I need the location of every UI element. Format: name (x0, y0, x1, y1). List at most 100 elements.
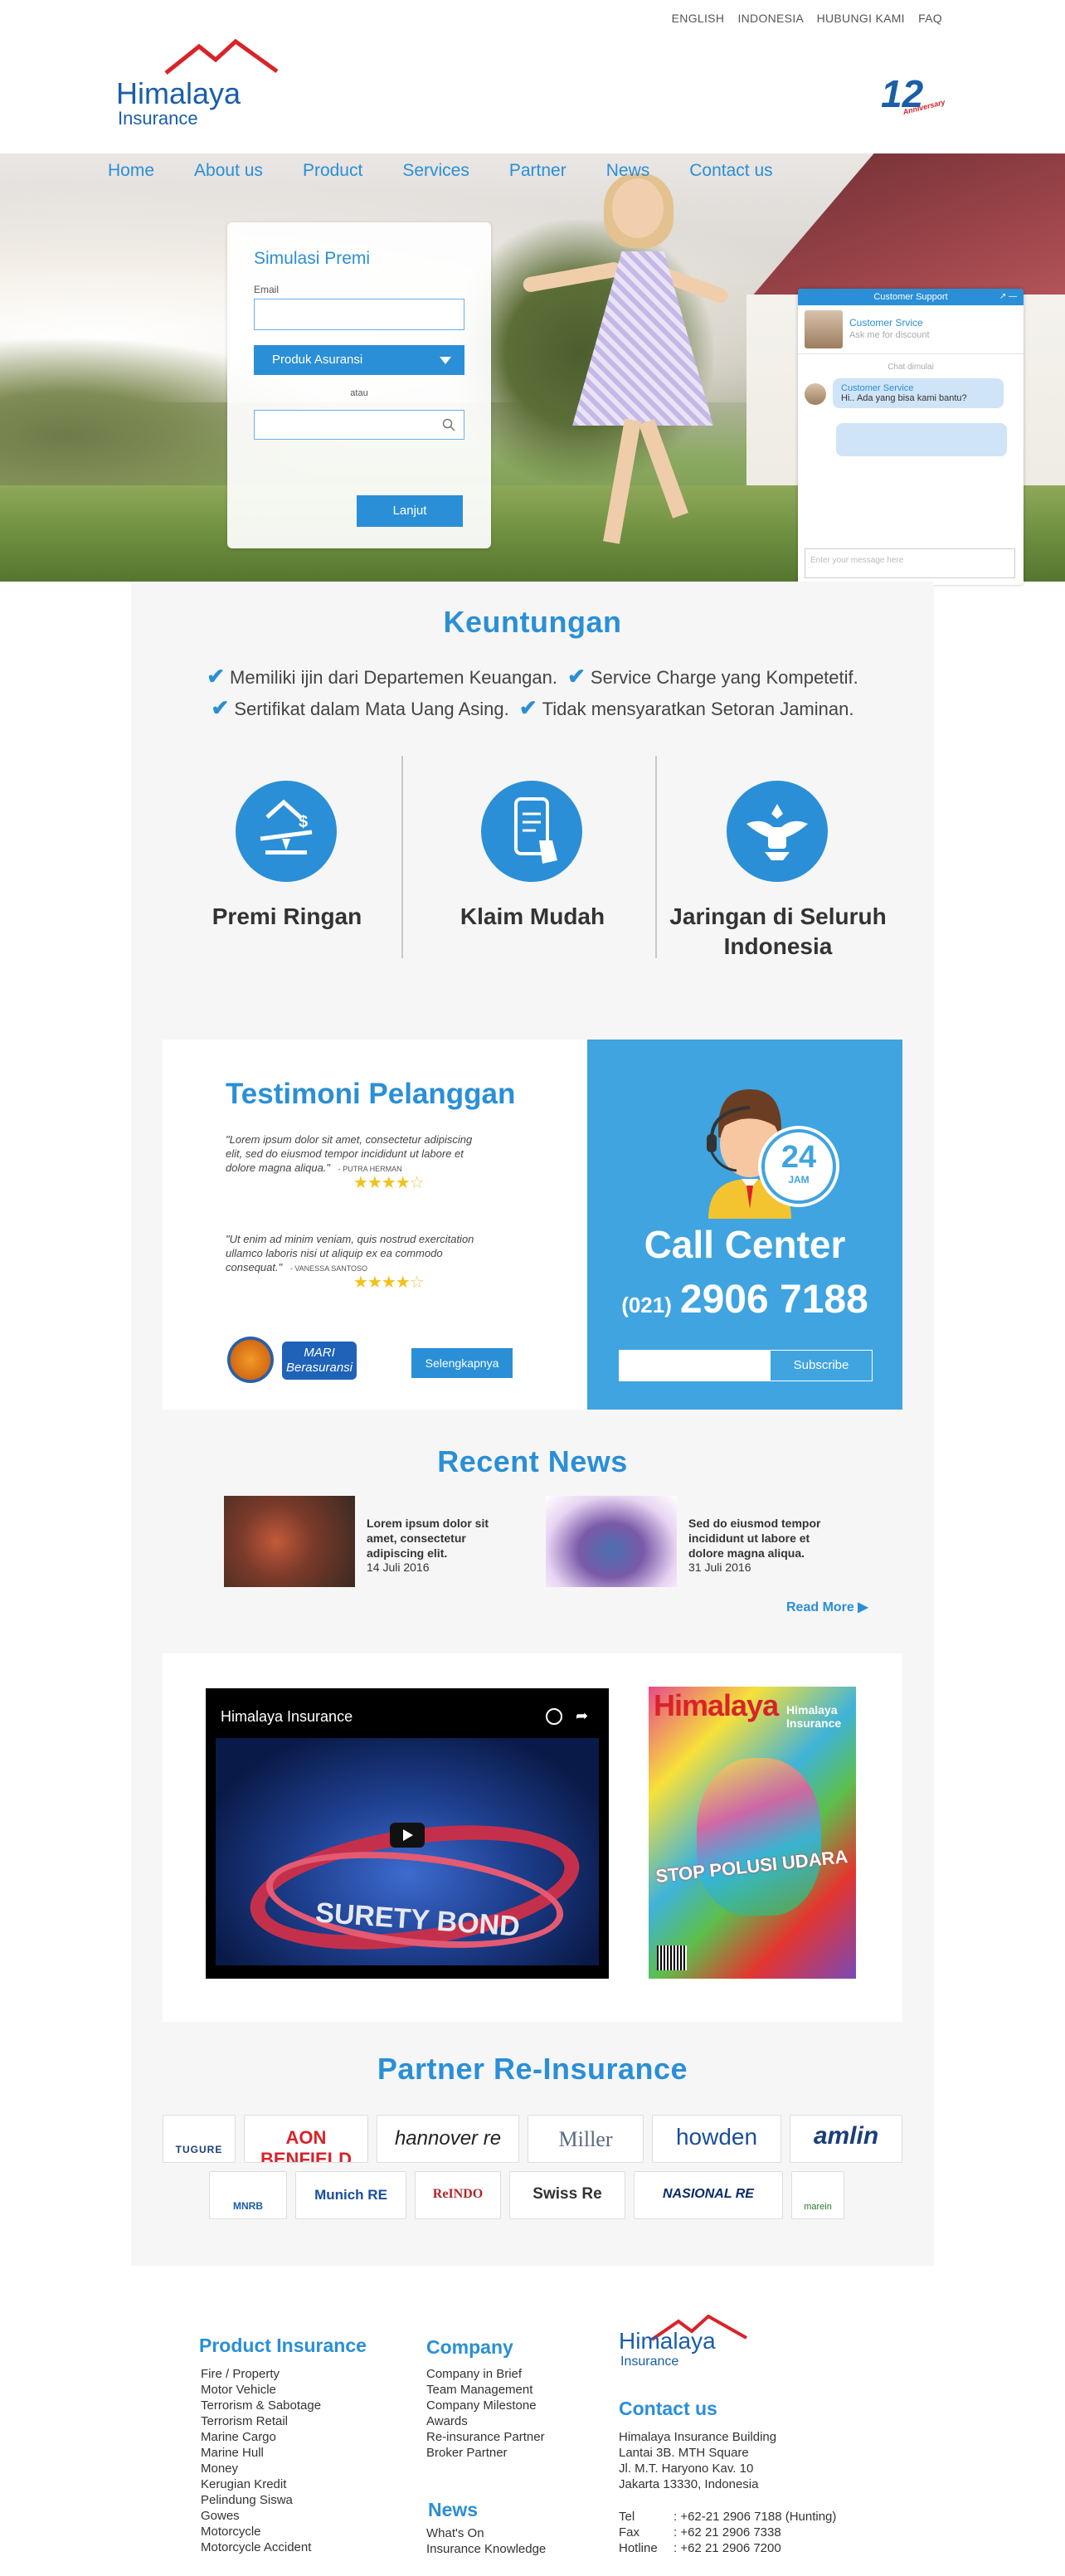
phone-number: 2906 7188 (679, 1278, 868, 1322)
email-label: Email (254, 284, 280, 295)
check-icon: ✔ (207, 664, 226, 689)
continue-button[interactable]: Lanjut (357, 495, 463, 527)
footer-link[interactable]: Gowes (201, 2508, 321, 2524)
product-select[interactable]: Produk Asuransi (254, 345, 464, 375)
partner-logo[interactable]: ReINDO (415, 2171, 501, 2219)
news-headline: Sed do eiusmod tempor incididunt ut labo… (688, 1517, 821, 1560)
subscribe-button[interactable]: Subscribe (771, 1351, 872, 1381)
footer-link[interactable]: Awards (426, 2413, 545, 2429)
feature-label: Jaringan di Seluruh Indonesia (669, 903, 887, 959)
partner-logo[interactable]: howden (652, 2115, 781, 2163)
nav-product[interactable]: Product (303, 161, 362, 186)
footer-link[interactable]: Company Milestone (426, 2398, 545, 2413)
footer-link[interactable]: Kerugian Kredit (201, 2476, 321, 2492)
logo[interactable]: Himalaya Insurance (116, 38, 282, 129)
subscribe-email-input[interactable] (620, 1351, 771, 1381)
footer-product-list: Fire / Property Motor Vehicle Terrorism & … (201, 2366, 321, 2555)
nav-contact[interactable]: Contact us (689, 161, 772, 186)
news-image (546, 1496, 677, 1587)
news-headline: Lorem ipsum dolor sit amet, consectetur … (367, 1517, 489, 1560)
hero-girl-image (522, 173, 738, 568)
premium-simulation-form: Simulasi Premi Email Produk Asuransi ata… (227, 222, 491, 548)
anniversary-logo: 12 Anniversary (878, 71, 949, 124)
partner-logo[interactable]: AON BENFIELD (244, 2115, 368, 2163)
partner-logo[interactable]: Miller (528, 2115, 644, 2163)
nav-about[interactable]: About us (194, 161, 263, 186)
feature-jaringan: Jaringan di Seluruh Indonesia (655, 756, 901, 1005)
footer-link[interactable]: Team Management (426, 2382, 545, 2398)
nav-home[interactable]: Home (108, 161, 154, 186)
testimonials-title: Testimoni Pelanggan (226, 1078, 516, 1110)
footer-link[interactable]: Re-insurance Partner (426, 2429, 545, 2445)
footer-link[interactable]: Motorcycle (201, 2524, 321, 2539)
footer-link[interactable]: Marine Cargo (201, 2429, 321, 2445)
badge-number: 24 (781, 1140, 817, 1175)
footer-link[interactable]: Marine Hull (201, 2445, 321, 2461)
footer-link[interactable]: Motorcycle Accident (201, 2539, 321, 2555)
footer-product-title: Product Insurance (199, 2335, 367, 2356)
contact-link[interactable]: HUBUNGI KAMI (817, 12, 905, 25)
phone-area-code: (021) (621, 1293, 672, 1317)
nav-services[interactable]: Services (402, 161, 469, 186)
nav-news[interactable]: News (606, 161, 650, 186)
or-label: atau (350, 388, 368, 398)
news-item[interactable]: Sed do eiusmod tempor incididunt ut labo… (546, 1496, 861, 1595)
mari-berasuransi-logo: MARI Berasuransi (282, 1342, 357, 1380)
search-input[interactable] (254, 410, 464, 440)
barcode (657, 1945, 687, 1970)
read-more-testimonials-button[interactable]: Selengkapnya (411, 1348, 513, 1378)
partner-logo[interactable]: Munich RE (295, 2171, 406, 2219)
footer-link[interactable]: Company in Brief (426, 2366, 545, 2382)
news-image (224, 1496, 355, 1587)
benefits-list: ✔ Memiliki ijin dari Departemen Keuangan.… (131, 661, 934, 724)
faq-link[interactable]: FAQ (918, 12, 942, 25)
lang-english-link[interactable]: ENGLISH (672, 12, 725, 25)
address-line: Lantai 3B. MTH Square (619, 2446, 749, 2460)
partner-logo[interactable]: MNRB (209, 2171, 287, 2219)
magazine-title: Himalaya (654, 1688, 779, 1722)
video-player[interactable]: Himalaya Insurance ➦ SURETY BOND (206, 1688, 609, 1979)
footer-logo[interactable]: Himalaya Insurance (617, 2315, 783, 2381)
footer-link[interactable]: Terrorism & Sabotage (201, 2398, 321, 2413)
lang-indonesia-link[interactable]: INDONESIA (737, 12, 803, 25)
feature-label: Klaim Mudah (460, 903, 605, 929)
nav-partner[interactable]: Partner (509, 161, 567, 186)
main-content: Keuntungan ✔ Memiliki ijin dari Departeme… (131, 582, 934, 2266)
footer-link[interactable]: Money (201, 2461, 321, 2476)
chat-title: Customer Support (873, 292, 948, 302)
read-more-news-link[interactable]: Read More ▶ (786, 1599, 868, 1615)
chat-controls-icon[interactable]: ↗ — (999, 289, 1017, 305)
svg-text:$: $ (299, 813, 308, 831)
footer-link[interactable]: What's On (426, 2525, 546, 2541)
hotline-number[interactable]: : +62 21 2906 7200 (674, 2540, 781, 2556)
feature-premi: $ Premi Ringan (164, 756, 410, 1005)
tel-number[interactable]: : +62-21 2906 7188 (Hunting) (674, 2509, 836, 2525)
footer-link[interactable]: Terrorism Retail (201, 2413, 321, 2429)
footer-link[interactable]: Broker Partner (426, 2445, 545, 2461)
call-center-phone[interactable]: (021) 2906 7188 (587, 1277, 902, 1322)
form-title: Simulasi Premi (254, 249, 371, 268)
partner-logo[interactable]: NASIONAL RE (634, 2171, 783, 2219)
watch-later-icon[interactable] (546, 1708, 562, 1725)
share-icon[interactable]: ➦ (574, 1708, 591, 1725)
footer-link[interactable]: Insurance Knowledge (426, 2541, 546, 2557)
play-icon[interactable] (390, 1823, 425, 1848)
chat-input[interactable]: Enter your message here (805, 548, 1015, 578)
email-field[interactable] (254, 299, 464, 330)
footer-link[interactable]: Motor Vehicle (201, 2382, 321, 2398)
benefits-title: Keuntungan (443, 605, 622, 639)
partner-logo[interactable]: hannover re (377, 2115, 519, 2163)
partner-logo[interactable]: Swiss Re (509, 2171, 625, 2219)
footer-link[interactable]: Fire / Property (201, 2366, 321, 2382)
partner-logo[interactable]: TUGURE (163, 2115, 236, 2163)
chat-message: Customer Service Hi.. Ada yang bisa kami… (805, 378, 1015, 408)
partner-logo[interactable]: marein (791, 2171, 844, 2219)
search-icon (442, 418, 455, 431)
feature-label: Premi Ringan (212, 903, 362, 929)
partner-logo[interactable]: amlin (790, 2115, 902, 2163)
partners-title: Partner Re-Insurance (377, 2052, 688, 2086)
subscribe-form: Subscribe (619, 1350, 873, 1381)
footer-link[interactable]: Pelindung Siswa (201, 2492, 321, 2508)
news-item[interactable]: Lorem ipsum dolor sit amet, consectetur … (224, 1496, 539, 1595)
magazine-cover[interactable]: Himalaya Himalaya Insurance STOP POLUSI … (649, 1687, 856, 1979)
